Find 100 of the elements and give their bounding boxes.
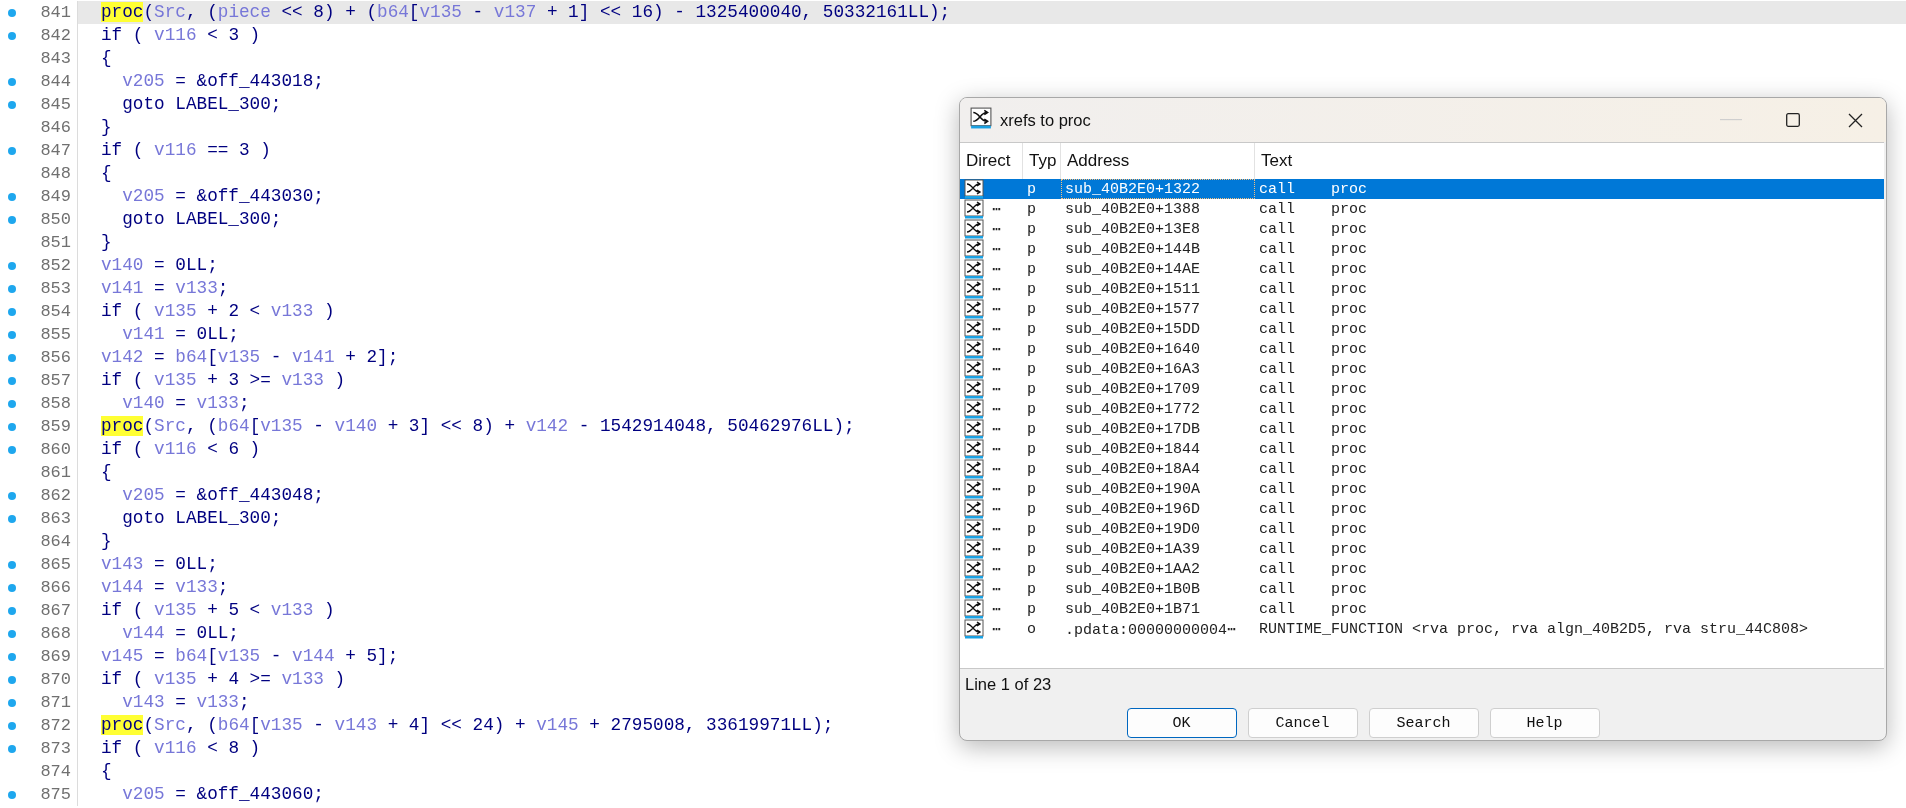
dialog-button[interactable]: Help bbox=[1489, 708, 1600, 738]
line-number: 856 bbox=[39, 348, 72, 367]
table-row[interactable]: ⋯ p sub_40B2E0+1388 call proc bbox=[960, 199, 1884, 219]
type-cell: o bbox=[1027, 620, 1036, 638]
type-cell: p bbox=[1027, 580, 1036, 598]
type-cell: p bbox=[1027, 560, 1036, 578]
table-row[interactable]: ⋯ o .pdata:00000000004⋯ RUNTIME_FUNCTION <rva proc, rva algn_40B2D5, rva stru_44C808> bbox=[960, 619, 1884, 639]
table-row[interactable]: ⋯ p sub_40B2E0+14AE call proc bbox=[960, 259, 1884, 279]
line-number: 866 bbox=[39, 578, 72, 597]
table-row[interactable]: ⋯ p sub_40B2E0+17DB call proc bbox=[960, 419, 1884, 439]
code-line: if ( v135 + 3 >= v133 ) bbox=[101, 369, 346, 392]
table-row[interactable]: ⋯ p sub_40B2E0+1B0B call proc bbox=[960, 579, 1884, 599]
direction-cell-text: ⋯ bbox=[992, 560, 1002, 579]
xref-icon bbox=[964, 299, 984, 319]
address-cell: sub_40B2E0+1A39 bbox=[1065, 540, 1201, 558]
code-line: proc(Src, (piece << 8) + (b64[v135 - v137 + 1] << 16) - 1325400040, 50332161LL); bbox=[101, 1, 951, 24]
table-row[interactable]: p sub_40B2E0+1322 call proc bbox=[960, 179, 1884, 199]
code-line: { bbox=[101, 47, 112, 70]
xref-icon bbox=[964, 239, 984, 259]
line-number: 875 bbox=[39, 785, 72, 804]
address-cell: sub_40B2E0+1640 bbox=[1065, 340, 1201, 358]
text-cell: call proc bbox=[1259, 280, 1368, 298]
address-cell: sub_40B2E0+18A4 bbox=[1065, 460, 1201, 478]
table-row[interactable]: ⋯ p sub_40B2E0+1AA2 call proc bbox=[960, 559, 1884, 579]
line-number: 859 bbox=[39, 417, 72, 436]
xref-icon bbox=[964, 259, 984, 279]
text-cell: call proc bbox=[1259, 320, 1368, 338]
direction-cell-text: ⋯ bbox=[992, 580, 1002, 599]
line-number: 870 bbox=[39, 670, 72, 689]
address-cell: sub_40B2E0+1B71 bbox=[1065, 600, 1201, 618]
line-number: 864 bbox=[39, 532, 72, 551]
text-cell: call proc bbox=[1259, 600, 1368, 618]
table-row[interactable]: ⋯ p sub_40B2E0+1B71 call proc bbox=[960, 599, 1884, 619]
direction-cell-text: ⋯ bbox=[992, 380, 1002, 399]
xref-icon bbox=[964, 439, 984, 459]
address-cell: sub_40B2E0+1B0B bbox=[1065, 580, 1201, 598]
xref-icon bbox=[964, 619, 984, 639]
table-row[interactable]: ⋯ p sub_40B2E0+18A4 call proc bbox=[960, 459, 1884, 479]
xref-icon bbox=[964, 339, 984, 359]
address-cell: sub_40B2E0+1577 bbox=[1065, 300, 1201, 318]
column-header[interactable]: Text bbox=[1255, 143, 1884, 179]
direction-cell-text: ⋯ bbox=[992, 340, 1002, 359]
dialog-button[interactable]: OK bbox=[1126, 708, 1237, 738]
table-row[interactable]: ⋯ p sub_40B2E0+15DD call proc bbox=[960, 319, 1884, 339]
type-cell: p bbox=[1027, 220, 1036, 238]
address-cell-text: .pdata:00000000004⋯ bbox=[1065, 620, 1237, 639]
text-cell: call proc bbox=[1259, 420, 1368, 438]
table-row[interactable]: ⋯ p sub_40B2E0+1640 call proc bbox=[960, 339, 1884, 359]
address-cell: sub_40B2E0+1AA2 bbox=[1065, 560, 1201, 578]
text-cell: call proc bbox=[1259, 540, 1368, 558]
dialog-button[interactable]: Cancel bbox=[1247, 708, 1358, 738]
code-line: proc(Src, (b64[v135 - v140 + 3] << 8) + v142 - 1542914048, 50462976LL); bbox=[101, 415, 855, 438]
table-row[interactable]: ⋯ p sub_40B2E0+19D0 call proc bbox=[960, 519, 1884, 539]
code-line: v144 = 0LL; bbox=[121, 622, 239, 645]
address-cell: sub_40B2E0+1772 bbox=[1065, 400, 1201, 418]
code-line: v142 = b64[v135 - v141 + 2]; bbox=[101, 346, 399, 369]
table-row[interactable]: ⋯ p sub_40B2E0+16A3 call proc bbox=[960, 359, 1884, 379]
direction-cell-text: ⋯ bbox=[992, 460, 1002, 479]
direction-cell-text: ⋯ bbox=[992, 480, 1002, 499]
code-line: v205 = &off_443018; bbox=[121, 70, 324, 93]
table-row[interactable]: ⋯ p sub_40B2E0+1A39 call proc bbox=[960, 539, 1884, 559]
text-cell: call proc bbox=[1259, 400, 1368, 418]
xref-icon bbox=[964, 559, 984, 579]
text-cell: call proc bbox=[1259, 460, 1368, 478]
type-cell: p bbox=[1027, 520, 1036, 538]
type-cell: p bbox=[1027, 540, 1036, 558]
type-cell: p bbox=[1027, 440, 1036, 458]
table-row[interactable]: ⋯ p sub_40B2E0+13E8 call proc bbox=[960, 219, 1884, 239]
text-cell: RUNTIME_FUNCTION <rva proc, rva algn_40B2D5, rva stru_44C808> bbox=[1259, 620, 1809, 638]
type-cell: p bbox=[1027, 180, 1036, 198]
type-cell: p bbox=[1027, 460, 1036, 478]
code-line: if ( v116 < 3 ) bbox=[101, 24, 261, 47]
code-line: v205 = &off_443060; bbox=[121, 783, 324, 806]
line-number: 852 bbox=[39, 256, 72, 275]
code-line: goto LABEL_300; bbox=[121, 507, 282, 530]
line-number: 868 bbox=[39, 624, 72, 643]
table-row[interactable]: ⋯ p sub_40B2E0+1577 call proc bbox=[960, 299, 1884, 319]
table-row[interactable]: ⋯ p sub_40B2E0+1511 call proc bbox=[960, 279, 1884, 299]
address-cell: sub_40B2E0+1322 bbox=[1065, 180, 1201, 198]
line-number: 873 bbox=[39, 739, 72, 758]
dialog-button[interactable]: Search bbox=[1368, 708, 1479, 738]
table-row[interactable]: ⋯ p sub_40B2E0+144B call proc bbox=[960, 239, 1884, 259]
table-row[interactable]: ⋯ p sub_40B2E0+1772 call proc bbox=[960, 399, 1884, 419]
table-row[interactable]: ⋯ p sub_40B2E0+1844 call proc bbox=[960, 439, 1884, 459]
direction-cell-text: ⋯ bbox=[992, 440, 1002, 459]
type-cell: p bbox=[1027, 400, 1036, 418]
code-line: goto LABEL_300; bbox=[121, 93, 282, 116]
table-row[interactable]: ⋯ p sub_40B2E0+196D call proc bbox=[960, 499, 1884, 519]
code-line: if ( v116 == 3 ) bbox=[101, 139, 271, 162]
direction-cell-text: ⋯ bbox=[992, 420, 1002, 439]
xref-icon bbox=[964, 279, 984, 299]
type-cell: p bbox=[1027, 340, 1036, 358]
table-row[interactable]: ⋯ p sub_40B2E0+1709 call proc bbox=[960, 379, 1884, 399]
table-row[interactable]: ⋯ p sub_40B2E0+190A call proc bbox=[960, 479, 1884, 499]
xref-icon bbox=[964, 219, 984, 239]
text-cell: call proc bbox=[1259, 260, 1368, 278]
type-cell: p bbox=[1027, 200, 1036, 218]
direction-cell-text: ⋯ bbox=[992, 620, 1002, 639]
line-number: 874 bbox=[39, 762, 72, 781]
type-cell: p bbox=[1027, 500, 1036, 518]
